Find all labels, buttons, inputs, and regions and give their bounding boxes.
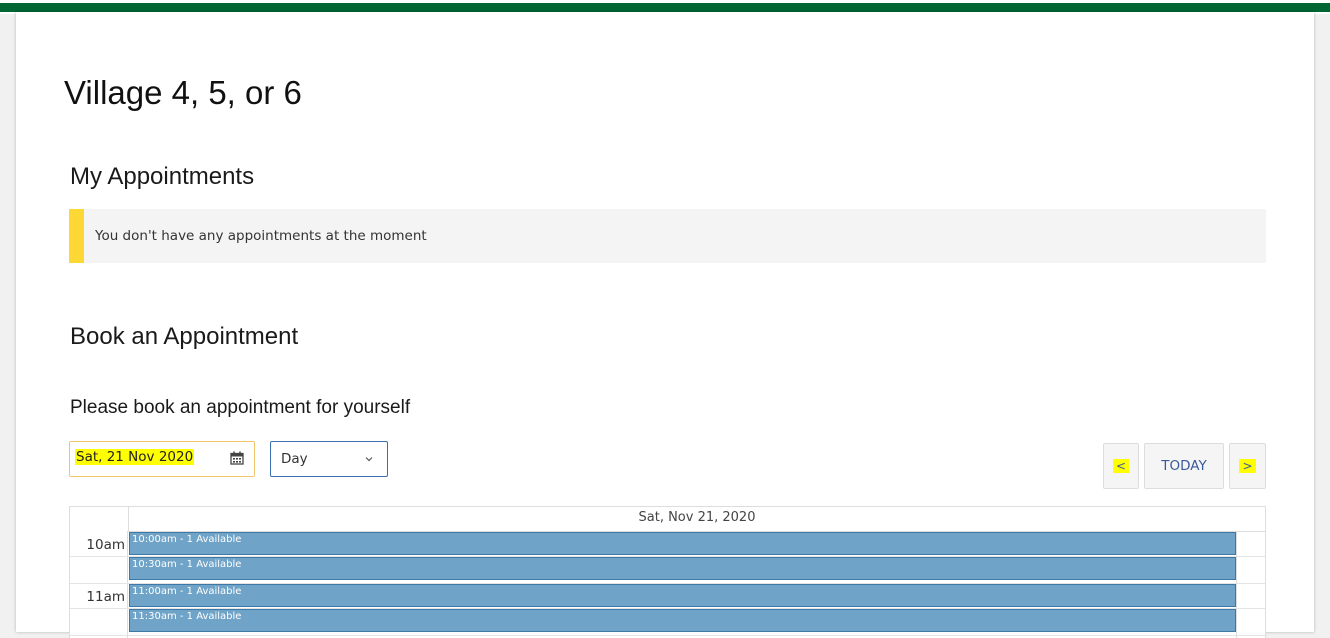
accent-stripe — [0, 3, 1330, 12]
time-slot[interactable]: 11:00am - 1 Available — [129, 584, 1236, 607]
chevron-down-icon — [365, 457, 373, 462]
page-title: Village 4, 5, or 6 — [64, 74, 302, 111]
day-calendar: Sat, Nov 21, 2020 10am 11am 10:00am - 1 … — [69, 506, 1266, 638]
booking-instructions: Please book an appointment for yourself — [70, 397, 411, 418]
today-label: TODAY — [1161, 458, 1207, 474]
previous-day-button[interactable]: < — [1103, 443, 1139, 489]
view-select[interactable]: Day — [270, 441, 388, 477]
today-button[interactable]: TODAY — [1144, 443, 1224, 489]
calendar-day-label: Sat, Nov 21, 2020 — [638, 510, 756, 525]
next-day-button[interactable]: > — [1229, 443, 1266, 489]
hour-line — [70, 635, 1265, 636]
previous-label: < — [1112, 459, 1130, 473]
date-value: Sat, 21 Nov 2020 — [75, 449, 195, 465]
view-select-value: Day — [281, 451, 308, 467]
calendar-day-header: Sat, Nov 21, 2020 — [128, 507, 1265, 532]
gutter-divider — [1236, 531, 1237, 638]
notice-message: You don't have any appointments at the m… — [95, 228, 427, 244]
calendar-icon[interactable] — [230, 451, 244, 465]
my-appointments-heading: My Appointments — [70, 163, 255, 190]
time-slot[interactable]: 10:00am - 1 Available — [129, 532, 1236, 555]
content-card: Village 4, 5, or 6 My Appointments You d… — [16, 12, 1314, 638]
time-slot[interactable]: 10:30am - 1 Available — [129, 557, 1236, 580]
date-picker-field[interactable]: Sat, 21 Nov 2020 — [69, 441, 255, 477]
notice-accent-bar — [69, 209, 84, 263]
time-slot[interactable]: 11:30am - 1 Available — [129, 609, 1236, 632]
hour-label: 11am — [86, 589, 125, 605]
hour-label: 10am — [86, 537, 125, 553]
next-label: > — [1239, 459, 1256, 473]
time-column-divider — [127, 531, 128, 638]
no-appointments-notice: You don't have any appointments at the m… — [69, 209, 1266, 263]
book-appointment-heading: Book an Appointment — [70, 323, 299, 350]
